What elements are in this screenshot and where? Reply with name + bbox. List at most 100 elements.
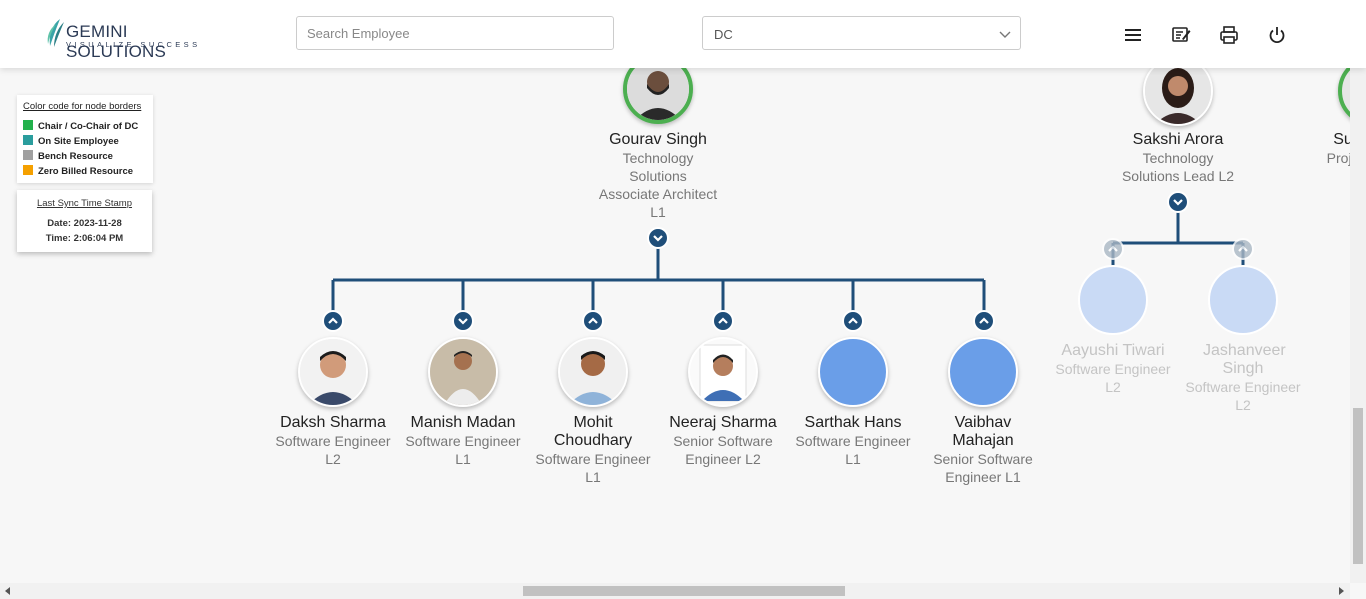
node-vaibhav-mahajan: Vaibhav Mahajan Senior Software Engineer… (918, 414, 1048, 486)
avatar-jashanveer-singh[interactable] (1208, 265, 1278, 335)
legend-swatch (23, 165, 33, 175)
node-desc: L2 (1105, 379, 1121, 395)
legend-item-bench: Bench Resource (23, 150, 113, 162)
chevron-up-icon (979, 317, 989, 324)
expand-toggle-sarthak[interactable] (842, 310, 864, 332)
node-desc: L2 (325, 451, 341, 467)
node-desc: Software Engineer (275, 433, 391, 449)
legend-label: Bench Resource (38, 151, 113, 162)
node-name: Mohit Choudhary (553, 414, 633, 449)
legend-swatch (23, 150, 33, 160)
chevron-up-icon (718, 317, 728, 324)
chevron-down-icon (458, 318, 468, 325)
avatar-sarthak-hans[interactable] (818, 337, 888, 407)
avatar-daksh-sharma[interactable] (298, 337, 368, 407)
expand-toggle-vaibhav[interactable] (973, 310, 995, 332)
scroll-left-arrow-icon[interactable] (3, 586, 13, 596)
node-desc: Technology (622, 150, 694, 166)
node-desc: Solutions Lead L2 (1121, 168, 1235, 184)
horizontal-scrollbar[interactable] (0, 583, 1350, 599)
legend-label: On Site Employee (38, 136, 119, 147)
node-desc: Software Engineer (535, 451, 651, 467)
legend-label: Chair / Co-Chair of DC (38, 121, 139, 132)
print-icon[interactable] (1218, 24, 1240, 46)
expand-toggle-neeraj[interactable] (712, 310, 734, 332)
node-desc: Engineer L1 (945, 469, 1021, 485)
avatar-mohit-choudhary[interactable] (558, 337, 628, 407)
avatar-aayushi-tiwari[interactable] (1078, 265, 1148, 335)
dc-select[interactable]: DC (702, 16, 1021, 50)
node-desc: Software Engineer (1055, 361, 1171, 377)
legend-item-onsite: On Site Employee (23, 135, 119, 147)
company-logo[interactable]: GEMINI SOLUTIONS VISUALIZE SUCCESS (46, 18, 216, 61)
collapse-toggle-manish[interactable] (452, 310, 474, 332)
legend-item-zero-billed: Zero Billed Resource (23, 165, 133, 177)
sync-time: Time: 2:06:04 PM (45, 233, 124, 244)
legend-item-chair: Chair / Co-Chair of DC (23, 120, 138, 132)
chevron-up-icon (848, 317, 858, 324)
node-desc: Senior Software (673, 433, 773, 449)
expand-toggle-daksh[interactable] (322, 310, 344, 332)
node-name: Manish Madan (410, 414, 516, 431)
chevron-down-icon (653, 235, 663, 242)
node-desc: L1 (845, 451, 861, 467)
chevron-up-icon (1108, 245, 1118, 252)
node-jashanveer-singh: Jashanveer Singh Software Engineer L2 (1178, 342, 1308, 414)
chevron-up-icon (588, 317, 598, 324)
power-icon[interactable] (1266, 24, 1288, 46)
node-daksh-sharma: Daksh Sharma Software Engineer L2 (268, 414, 398, 468)
chevron-up-icon (328, 317, 338, 324)
search-employee-input[interactable] (296, 16, 614, 50)
node-desc: Software Engineer (795, 433, 911, 449)
color-legend: Color code for node borders Chair / Co-C… (17, 95, 153, 183)
top-header: GEMINI SOLUTIONS VISUALIZE SUCCESS DC (0, 0, 1366, 68)
sync-date: Date: 2023-11-28 (47, 218, 122, 229)
avatar-neeraj-sharma[interactable] (688, 337, 758, 407)
chevron-down-icon (999, 31, 1011, 38)
node-name: Aayushi Tiwari (1061, 342, 1165, 359)
sync-title: Last Sync Time Stamp (36, 198, 133, 209)
collapse-toggle-gourav[interactable] (647, 227, 669, 249)
avatar-manish-madan[interactable] (428, 337, 498, 407)
expand-toggle-jashanveer[interactable] (1232, 238, 1254, 260)
node-desc: Senior Software (933, 451, 1033, 467)
legend-swatch (23, 120, 33, 130)
scroll-right-arrow-icon[interactable] (1336, 586, 1346, 596)
node-desc: Engineer L2 (685, 451, 761, 467)
sync-timestamp-card: Last Sync Time Stamp Date: 2023-11-28 Ti… (17, 190, 152, 252)
expand-toggle-mohit[interactable] (582, 310, 604, 332)
node-desc: L1 (455, 451, 471, 467)
avatar-vaibhav-mahajan[interactable] (948, 337, 1018, 407)
node-desc: L1 (585, 469, 601, 485)
chevron-down-icon (1173, 199, 1183, 206)
node-sakshi-arora: Sakshi Arora Technology Solutions Lead L… (1113, 131, 1243, 185)
collapse-toggle-sakshi[interactable] (1167, 191, 1189, 213)
legend-label: Zero Billed Resource (38, 166, 134, 177)
org-chart: Gourav Singh Technology Solutions Associ… (0, 0, 1366, 583)
horizontal-scroll-thumb[interactable] (523, 586, 845, 596)
menu-icon[interactable] (1122, 24, 1144, 46)
vertical-scrollbar[interactable] (1350, 0, 1366, 583)
node-gourav-singh: Gourav Singh Technology Solutions Associ… (593, 131, 723, 221)
vertical-scroll-thumb[interactable] (1353, 408, 1363, 564)
dc-select-value: DC (714, 27, 733, 42)
node-manish-madan: Manish Madan Software Engineer L1 (398, 414, 528, 468)
node-desc: Technology (1142, 150, 1214, 166)
node-name: Neeraj Sharma (669, 414, 777, 431)
legend-title: Color code for node borders (23, 101, 142, 112)
legend-swatch (23, 135, 33, 145)
node-desc: Software Engineer (1185, 379, 1301, 395)
node-name: Vaibhav Mahajan (952, 414, 1014, 449)
logo-tagline: VISUALIZE SUCCESS (66, 40, 201, 49)
node-aayushi-tiwari: Aayushi Tiwari Software Engineer L2 (1048, 342, 1178, 396)
expand-toggle-aayushi[interactable] (1102, 238, 1124, 260)
chevron-up-icon (1238, 245, 1248, 252)
node-sarthak-hans: Sarthak Hans Software Engineer L1 (788, 414, 918, 468)
node-name: Jashanveer Singh (1203, 342, 1286, 377)
node-mohit-choudhary: Mohit Choudhary Software Engineer L1 (528, 414, 658, 486)
node-desc: L1 (650, 204, 666, 220)
node-desc: L2 (1235, 397, 1251, 413)
node-neeraj-sharma: Neeraj Sharma Senior Software Engineer L… (658, 414, 788, 468)
node-name: Sakshi Arora (1132, 131, 1224, 148)
edit-note-icon[interactable] (1170, 24, 1192, 46)
